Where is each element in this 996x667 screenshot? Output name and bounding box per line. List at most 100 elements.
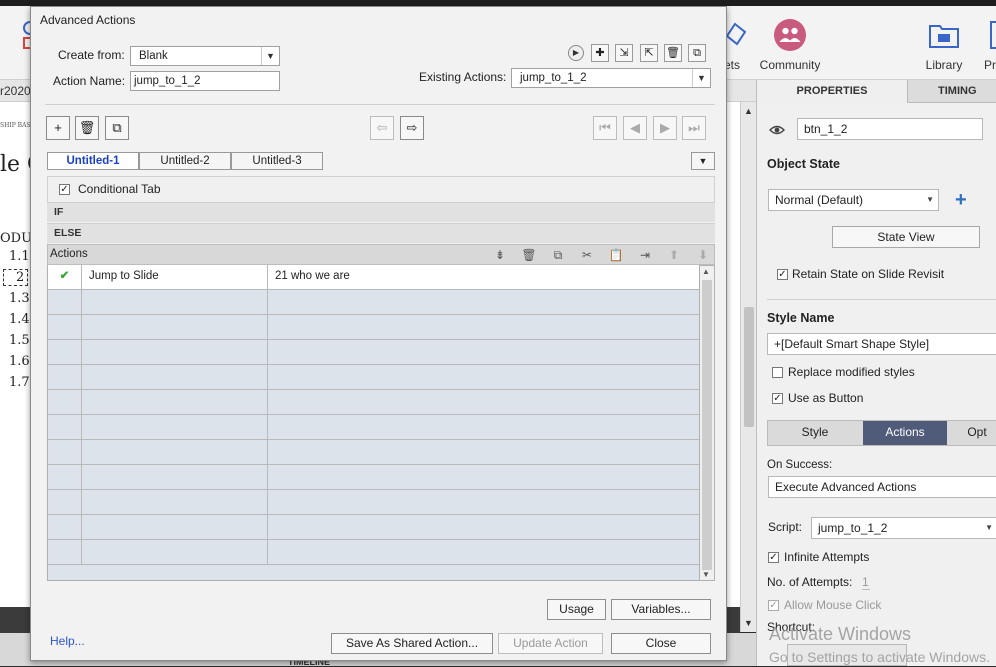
table-row[interactable] — [48, 390, 699, 415]
insert-below-icon[interactable]: ⇥ — [637, 247, 653, 263]
tab-untitled-2[interactable]: Untitled-2 — [139, 152, 231, 170]
table-cell[interactable] — [48, 415, 82, 439]
table-cell[interactable] — [82, 315, 268, 339]
table-cell[interactable] — [48, 490, 82, 514]
scroll-up-icon[interactable]: ▲ — [744, 106, 753, 116]
insert-row-icon[interactable]: ⇟ — [492, 247, 508, 263]
toolbar-community[interactable]: Community — [754, 18, 826, 72]
scroll-thumb[interactable] — [702, 280, 712, 570]
conditional-tab-checkbox[interactable]: ✓ — [59, 184, 70, 195]
scroll-thumb[interactable] — [744, 307, 754, 427]
tab-untitled-3[interactable]: Untitled-3 — [231, 152, 323, 170]
last-tab-icon[interactable]: ⏭ — [682, 116, 706, 140]
segment-style[interactable]: Style — [768, 421, 862, 445]
table-row[interactable] — [48, 415, 699, 440]
table-cell[interactable] — [48, 540, 82, 564]
delete-decision-icon[interactable]: 🗑 — [75, 116, 99, 140]
table-cell[interactable] — [268, 340, 699, 364]
table-cell[interactable] — [268, 515, 699, 539]
object-name-field[interactable]: btn_1_2 — [797, 118, 983, 140]
table-row[interactable] — [48, 290, 699, 315]
table-row[interactable] — [48, 365, 699, 390]
style-name-field[interactable]: +[Default Smart Shape Style] — [767, 333, 996, 355]
update-action-button[interactable]: Update Action — [498, 633, 603, 654]
preview-play-icon[interactable]: ▶ — [568, 45, 584, 61]
table-cell[interactable] — [82, 490, 268, 514]
table-cell[interactable] — [268, 490, 699, 514]
script-select[interactable]: jump_to_1_2 ▼ — [811, 517, 996, 539]
help-link[interactable]: Help... — [50, 634, 85, 648]
table-cell[interactable] — [82, 465, 268, 489]
document-tab[interactable]: r2020 — [0, 84, 31, 98]
table-cell[interactable] — [268, 290, 699, 314]
scroll-down-icon[interactable]: ▼ — [702, 570, 710, 579]
table-cell[interactable] — [48, 290, 82, 314]
move-down-icon[interactable]: ⬇ — [695, 247, 711, 263]
toolbar-library[interactable]: Library — [909, 18, 979, 72]
scroll-down-icon[interactable]: ▼ — [744, 618, 753, 628]
tabs-dropdown-icon[interactable]: ▼ — [691, 152, 715, 170]
next-tab-icon[interactable]: ▶ — [653, 116, 677, 140]
state-view-button[interactable]: State View — [832, 226, 980, 248]
tab-properties[interactable]: PROPERTIES — [757, 80, 907, 103]
target-cell[interactable]: 21 who we are — [268, 265, 699, 289]
add-decision-icon[interactable]: + — [46, 116, 70, 140]
table-row[interactable] — [48, 440, 699, 465]
scroll-up-icon[interactable]: ▲ — [702, 267, 710, 276]
table-cell[interactable] — [48, 315, 82, 339]
variables-button[interactable]: Variables... — [611, 599, 711, 620]
stage-scrollbar[interactable]: ▲ ▼ — [740, 102, 756, 632]
table-row[interactable] — [48, 465, 699, 490]
retain-state-checkbox[interactable]: ✓ — [777, 269, 788, 280]
table-cell[interactable] — [82, 440, 268, 464]
visibility-eye-icon[interactable] — [769, 124, 785, 136]
duplicate-decision-icon[interactable]: ⧉ — [105, 116, 129, 140]
segment-options[interactable]: Opt — [952, 421, 996, 445]
table-cell[interactable] — [48, 465, 82, 489]
move-decision-right-icon[interactable]: ⇨ — [400, 116, 424, 140]
attempts-field[interactable]: 1 — [862, 575, 870, 590]
table-row[interactable] — [48, 490, 699, 515]
export-action-icon[interactable]: ⇱ — [640, 44, 658, 62]
add-action-icon[interactable]: ✚ — [591, 44, 609, 62]
close-button[interactable]: Close — [611, 633, 711, 654]
table-cell[interactable] — [48, 515, 82, 539]
tab-timing[interactable]: TIMING — [907, 80, 996, 103]
copy-row-icon[interactable]: ⧉ — [550, 247, 566, 263]
object-state-select[interactable]: Normal (Default) ▼ — [768, 189, 939, 211]
table-cell[interactable] — [48, 440, 82, 464]
table-row[interactable] — [48, 515, 699, 540]
else-section[interactable]: ELSE — [47, 223, 715, 243]
previous-tab-icon[interactable]: ◀ — [623, 116, 647, 140]
table-cell[interactable] — [268, 465, 699, 489]
create-from-select[interactable]: Blank ▼ — [130, 46, 280, 66]
table-cell[interactable] — [82, 290, 268, 314]
if-section[interactable]: IF — [47, 202, 715, 222]
table-row[interactable] — [48, 315, 699, 340]
cut-row-icon[interactable]: ✂ — [579, 247, 595, 263]
add-state-icon[interactable]: + — [955, 190, 967, 210]
existing-actions-select[interactable]: jump_to_1_2 ▼ — [511, 68, 711, 88]
action-name-input[interactable]: jump_to_1_2 — [130, 71, 280, 91]
table-cell[interactable] — [48, 340, 82, 364]
paste-row-icon[interactable]: 📋 — [608, 247, 624, 263]
infinite-attempts-checkbox[interactable]: ✓ — [768, 552, 779, 563]
grid-scrollbar[interactable]: ▲ ▼ — [699, 265, 715, 581]
duplicate-action-icon[interactable]: ⧉ — [688, 44, 706, 62]
table-row[interactable] — [48, 340, 699, 365]
segment-actions[interactable]: Actions — [863, 421, 947, 445]
allow-mouse-click-checkbox[interactable]: ✓ — [768, 600, 779, 611]
delete-row-icon[interactable]: 🗑 — [521, 247, 537, 263]
action-cell[interactable]: Jump to Slide — [82, 265, 268, 289]
use-as-button-checkbox[interactable]: ✓ — [772, 393, 783, 404]
table-cell[interactable] — [82, 390, 268, 414]
usage-button[interactable]: Usage — [547, 599, 606, 620]
table-row[interactable] — [48, 540, 699, 565]
table-cell[interactable] — [82, 515, 268, 539]
table-cell[interactable] — [48, 365, 82, 389]
toolbar-preview[interactable]: Pr — [979, 18, 996, 72]
table-cell[interactable] — [268, 540, 699, 564]
table-cell[interactable] — [82, 365, 268, 389]
table-cell[interactable] — [268, 315, 699, 339]
table-cell[interactable] — [82, 340, 268, 364]
